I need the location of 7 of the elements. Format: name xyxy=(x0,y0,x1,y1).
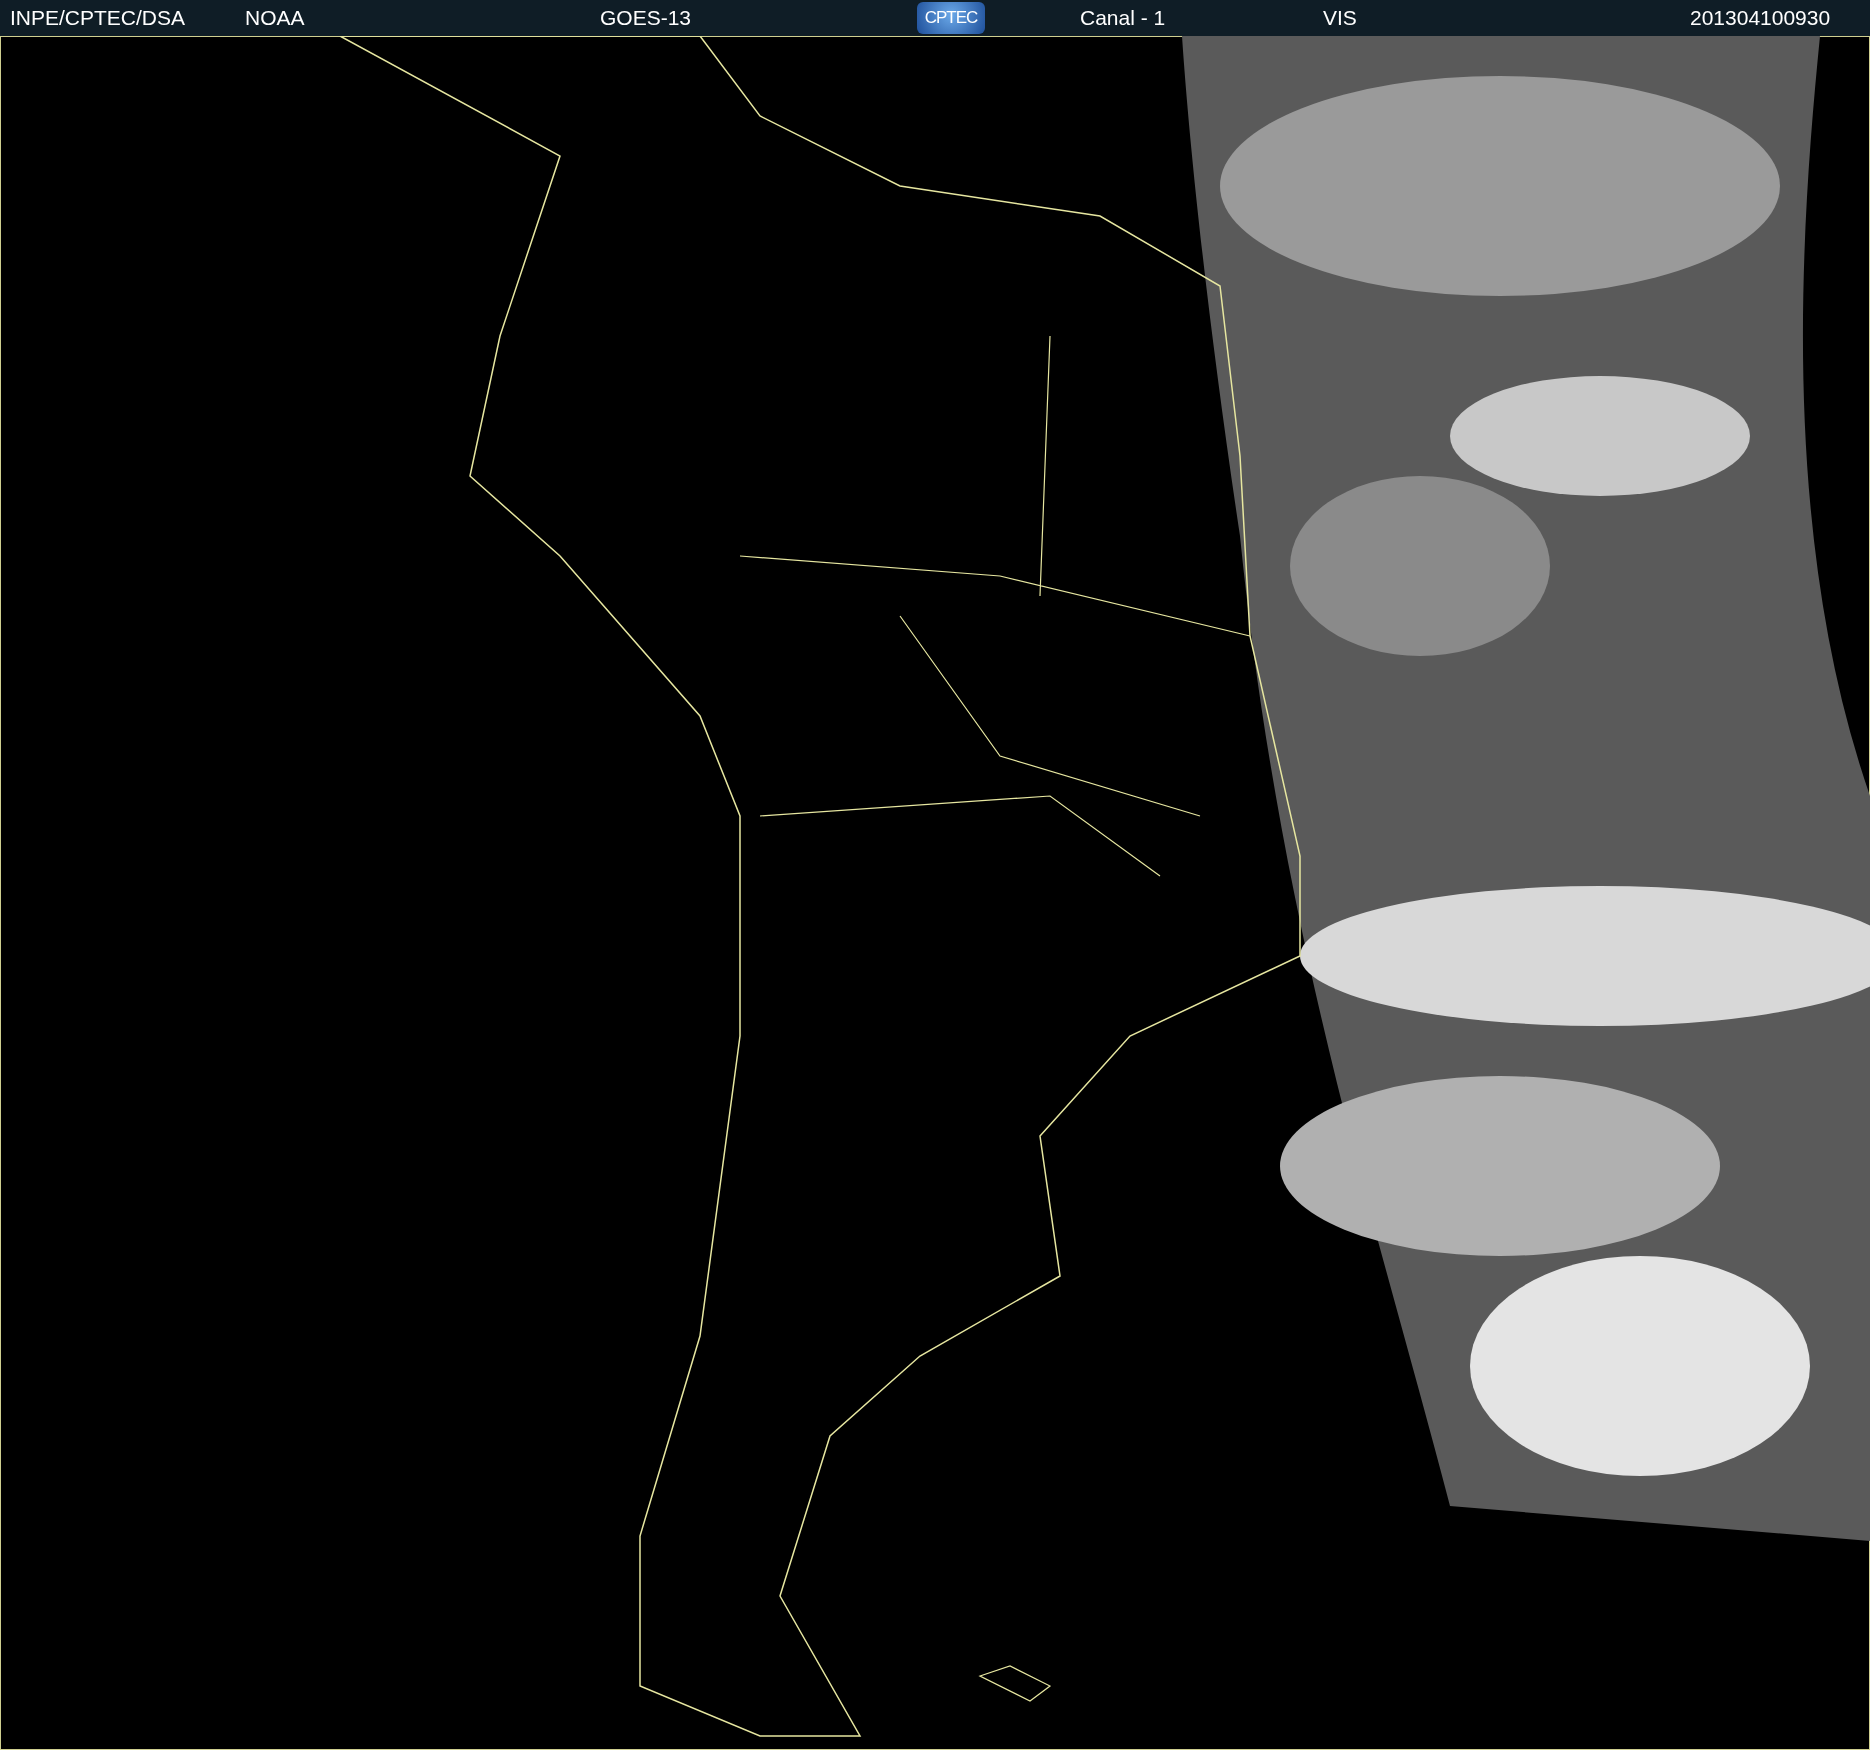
source-label: INPE/CPTEC/DSA xyxy=(10,6,187,30)
agency-label: NOAA xyxy=(245,6,306,30)
logo-badge: CPTEC xyxy=(917,2,985,34)
satellite-label: GOES-13 xyxy=(600,6,693,30)
channel-label: Canal - 1 xyxy=(1080,6,1167,30)
band-label: VIS xyxy=(1323,6,1358,30)
timestamp-label: 201304100930 xyxy=(1690,6,1832,30)
